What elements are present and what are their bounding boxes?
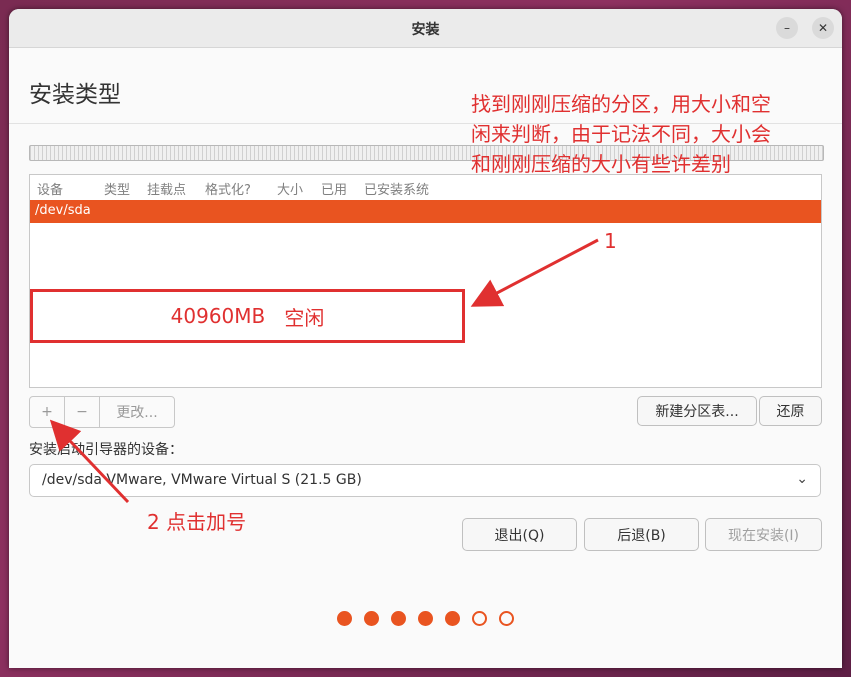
annotation-arrows	[49, 238, 599, 504]
arrow-to-add-button	[49, 419, 130, 504]
arrow-to-free-space	[470, 238, 599, 307]
